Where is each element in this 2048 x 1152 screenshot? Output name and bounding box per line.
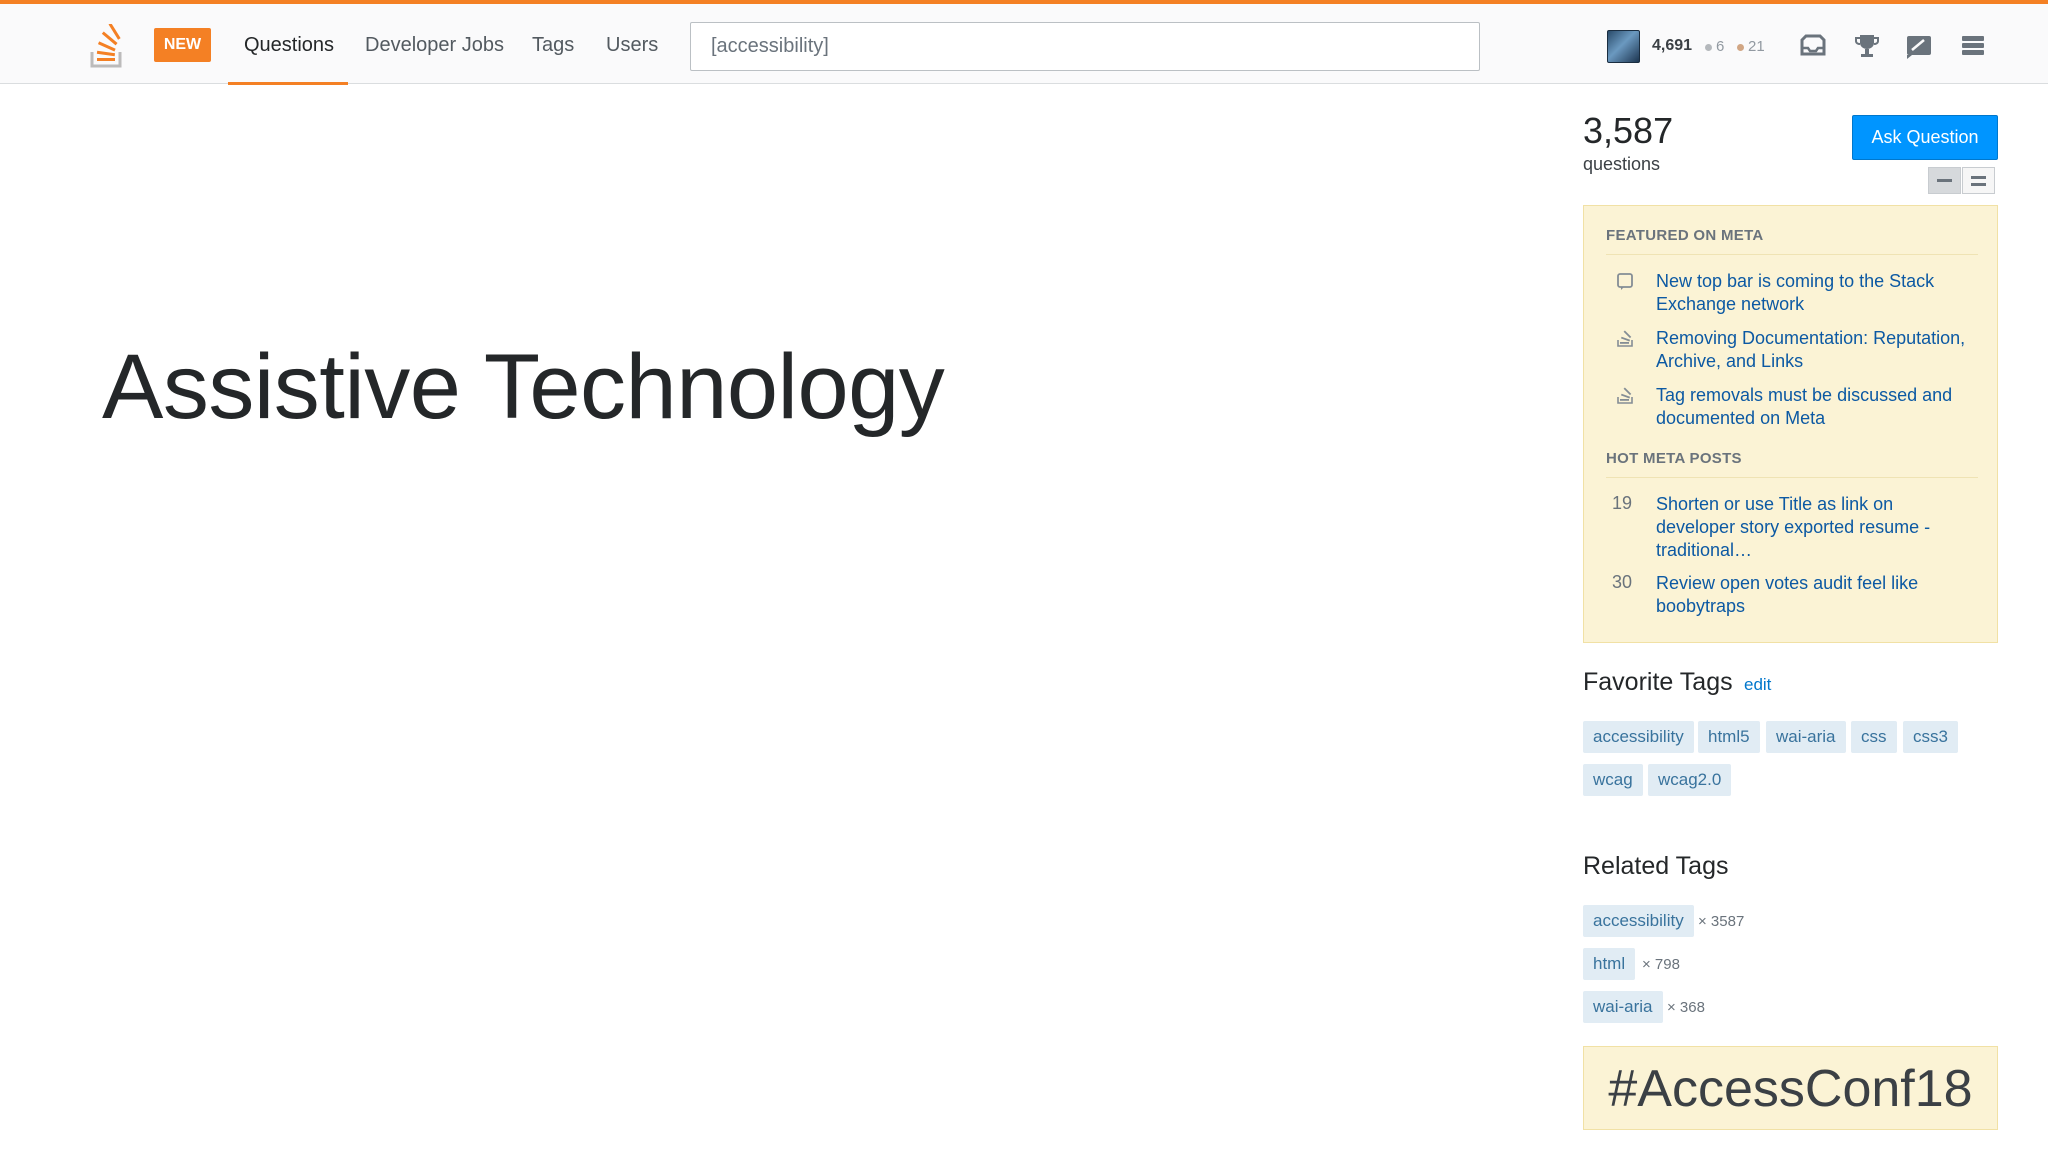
expanded-view-icon xyxy=(1971,176,1986,179)
related-tag[interactable]: wai-aria xyxy=(1583,991,1663,1023)
favorite-tag[interactable]: html5 xyxy=(1698,721,1760,753)
compact-view-icon xyxy=(1937,179,1952,182)
silver-badge-count: 6 xyxy=(1705,38,1724,55)
featured-link-line[interactable]: Removing Documentation: Reputation, xyxy=(1656,328,1965,348)
silver-badge-value: 6 xyxy=(1716,38,1725,55)
related-tag[interactable]: accessibility xyxy=(1583,905,1694,937)
related-tag-count: × 798 xyxy=(1642,956,1680,973)
stackexchange-menu-icon[interactable] xyxy=(1958,32,1988,60)
hot-meta-link[interactable]: Review open votes audit feel like boobytr… xyxy=(1656,572,1976,618)
related-tag-count: × 368 xyxy=(1667,999,1705,1016)
favorite-tag[interactable]: css xyxy=(1851,721,1897,753)
favorite-tag[interactable]: wcag xyxy=(1583,764,1643,796)
hot-meta-divider xyxy=(1606,477,1978,478)
nav-active-underline xyxy=(228,82,348,85)
nav-users[interactable]: Users xyxy=(606,34,658,57)
featured-link[interactable]: New top bar is coming to the Stack Exchan… xyxy=(1656,270,1976,316)
bronze-badge-count: 21 xyxy=(1737,38,1765,55)
bronze-badge-value: 21 xyxy=(1748,38,1765,55)
nav-tags[interactable]: Tags xyxy=(532,34,574,57)
related-tags-title: Related Tags xyxy=(1583,852,1729,880)
hot-meta-header: HOT META POSTS xyxy=(1606,450,1742,467)
inbox-icon[interactable] xyxy=(1798,32,1828,60)
expanded-view-toggle[interactable] xyxy=(1962,167,1995,194)
featured-link-line[interactable]: Tag removals must be discussed and xyxy=(1656,385,1952,405)
favorite-tag[interactable]: accessibility xyxy=(1583,721,1694,753)
hot-meta-votes: 30 xyxy=(1612,572,1633,592)
favorite-tags-edit-link[interactable]: edit xyxy=(1744,675,1771,695)
hot-meta-link-line[interactable]: boobytraps xyxy=(1656,596,1745,616)
hot-meta-link-line[interactable]: developer story exported resume - xyxy=(1656,517,1930,537)
new-badge[interactable]: NEW xyxy=(154,28,211,62)
stack-icon xyxy=(1616,329,1634,347)
featured-link-line[interactable]: Archive, and Links xyxy=(1656,351,1803,371)
favorite-tags-title: Favorite Tags xyxy=(1583,668,1733,696)
featured-divider xyxy=(1606,254,1978,255)
top-bar: NEW Questions Developer Jobs Tags Users … xyxy=(0,0,2048,85)
hot-meta-link-line[interactable]: Shorten or use Title as link on xyxy=(1656,494,1893,514)
featured-link-line[interactable]: documented on Meta xyxy=(1656,408,1825,428)
expanded-view-icon-line xyxy=(1971,183,1986,186)
stack-icon xyxy=(1616,386,1634,404)
search-input[interactable]: [accessibility] xyxy=(690,22,1480,71)
question-count: 3,587 xyxy=(1583,110,1674,151)
favorite-tag[interactable]: wcag2.0 xyxy=(1648,764,1732,796)
featured-header: FEATURED ON META xyxy=(1606,227,1764,244)
related-tag-count: × 3587 xyxy=(1698,913,1745,930)
avatar[interactable] xyxy=(1607,30,1640,63)
featured-link-line[interactable]: Exchange network xyxy=(1656,294,1804,314)
meta-box: FEATURED ON META New top bar is coming t… xyxy=(1583,205,1998,643)
featured-link-line[interactable]: New top bar is coming to the Stack xyxy=(1656,271,1934,291)
hot-meta-link[interactable]: Shorten or use Title as link on developer… xyxy=(1656,493,1976,562)
question-count-label: questions xyxy=(1583,154,1661,174)
favorite-tag[interactable]: wai-aria xyxy=(1766,721,1846,753)
related-tag[interactable]: html xyxy=(1583,948,1636,980)
review-icon[interactable] xyxy=(1904,32,1934,60)
ask-question-button[interactable]: Ask Question xyxy=(1852,115,1998,160)
hot-meta-link-line[interactable]: traditional… xyxy=(1656,540,1752,560)
nav-questions[interactable]: Questions xyxy=(244,34,334,57)
bronze-badge-icon xyxy=(1737,43,1744,51)
compact-view-toggle[interactable] xyxy=(1928,167,1961,194)
nav-developer-jobs[interactable]: Developer Jobs xyxy=(365,34,504,57)
reputation-count[interactable]: 4,691 xyxy=(1652,37,1692,55)
hot-meta-votes: 19 xyxy=(1612,493,1633,513)
conference-hashtag: #AccessConf18 xyxy=(1583,1046,1998,1130)
slide-title: Assistive Technology xyxy=(102,336,945,438)
silver-badge-icon xyxy=(1705,43,1712,51)
favorite-tag[interactable]: css3 xyxy=(1903,721,1958,753)
featured-link[interactable]: Tag removals must be discussed and docume… xyxy=(1656,384,1976,430)
hot-meta-link-line[interactable]: Review open votes audit feel like xyxy=(1656,573,1918,593)
stackoverflow-logo-icon[interactable] xyxy=(90,22,126,68)
featured-link[interactable]: Removing Documentation: Reputation, Archi… xyxy=(1656,327,1976,373)
trophy-icon[interactable] xyxy=(1852,32,1882,60)
meta-square-icon xyxy=(1616,272,1634,290)
